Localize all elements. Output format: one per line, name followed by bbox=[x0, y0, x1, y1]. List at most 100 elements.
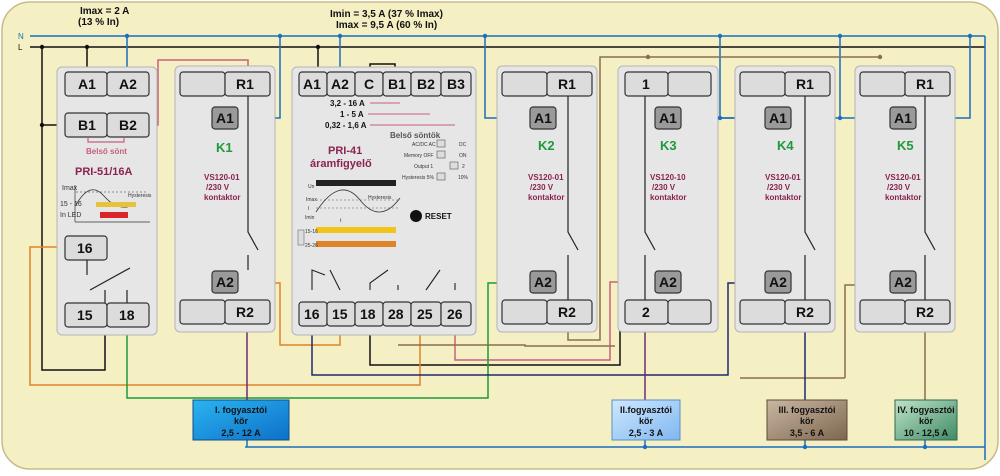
pri51-b1-label: B1 bbox=[78, 117, 96, 133]
load-box-2: II.fogyasztói kör 2,5 - 3 A bbox=[611, 399, 681, 441]
pri51-a1-label: A1 bbox=[78, 76, 96, 92]
note-left-1: Imax = 2 A bbox=[80, 6, 129, 17]
k2-voltage: /230 V bbox=[530, 183, 554, 192]
k1-model: VS120-01 bbox=[204, 173, 240, 182]
pri51-15-label: 15 bbox=[77, 307, 93, 323]
pri51-a2-label: A2 bbox=[119, 76, 137, 92]
k3-r1-label: 1 bbox=[642, 76, 650, 92]
k1-a2-label: A2 bbox=[216, 274, 234, 290]
pri41-26-label: 26 bbox=[447, 306, 463, 322]
pri41-b2-label: B2 bbox=[417, 76, 435, 92]
k4-name: K4 bbox=[777, 138, 794, 153]
k5-name: K5 bbox=[897, 138, 914, 153]
k4-r1-label: R1 bbox=[796, 76, 814, 92]
pri51-18-label: 18 bbox=[119, 307, 135, 323]
pri51-graph-led: In LED bbox=[60, 212, 81, 219]
pri41-a1-label: A1 bbox=[303, 76, 321, 92]
pri51-graph-range: 15 - 16 bbox=[60, 201, 82, 208]
k1-name: K1 bbox=[216, 140, 233, 155]
pri51-16-label: 16 bbox=[77, 240, 93, 256]
pri51-graph-imax: Imax bbox=[62, 185, 78, 192]
k3-type: kontaktor bbox=[650, 193, 686, 202]
k3-a1-label: A1 bbox=[659, 110, 677, 126]
k4-type: kontaktor bbox=[765, 193, 801, 202]
k3-voltage: /230 V bbox=[652, 183, 676, 192]
pri41-graph-imin: Imin bbox=[305, 215, 315, 221]
k1-a1-label: A1 bbox=[216, 110, 234, 126]
pri41-switch-3[interactable] bbox=[449, 161, 459, 170]
k3-a2-label: A2 bbox=[659, 274, 677, 290]
pri41-16-label: 16 bbox=[304, 306, 320, 322]
k3-name: K3 bbox=[660, 138, 677, 153]
pri51-shunt-label: Belső sönt bbox=[86, 147, 127, 156]
pri41-graph-i: I bbox=[308, 206, 309, 212]
k2-model: VS120-01 bbox=[528, 173, 564, 182]
k5-module: R1 A1 K5 VS120-01 /230 V kontaktor A2 R2 bbox=[854, 65, 956, 333]
pri41-sw-mem: Memory OFF bbox=[404, 153, 433, 159]
k2-a2-label: A2 bbox=[534, 274, 552, 290]
k4-a2-label: A2 bbox=[769, 274, 787, 290]
pri41-18-label: 18 bbox=[360, 306, 376, 322]
pri41-sw-hyst: Hysteresis 5% bbox=[402, 175, 435, 181]
pri41-name-1: PRI-41 bbox=[328, 145, 362, 157]
k5-model: VS120-01 bbox=[885, 173, 921, 182]
k2-name: K2 bbox=[538, 138, 555, 153]
load-3-line-2: kör bbox=[800, 416, 815, 426]
reset-label: RESET bbox=[425, 212, 452, 221]
k2-module: R1 A1 K2 VS120-01 /230 V kontaktor A2 R2 bbox=[496, 65, 598, 333]
k5-a1-label: A1 bbox=[894, 110, 912, 126]
k1-voltage: /230 V bbox=[206, 183, 230, 192]
load-box-4: IV. fogyasztói kör 10 - 12,5 A bbox=[894, 399, 958, 441]
k1-r1-label: R1 bbox=[236, 76, 254, 92]
pri41-b3-label: B3 bbox=[447, 76, 465, 92]
load-1-line-1: I. fogyasztói bbox=[215, 405, 267, 415]
pri41-shunts-label: Belső söntök bbox=[390, 131, 441, 140]
k5-r1-label: R1 bbox=[916, 76, 934, 92]
k4-r2-label: R2 bbox=[796, 304, 814, 320]
wiring-diagram: N L Imax = 2 A (13 % In) Imin = 3,5 A (3… bbox=[0, 0, 1000, 471]
reset-button[interactable] bbox=[410, 210, 422, 222]
pri41-b1-label: B1 bbox=[388, 76, 406, 92]
pri41-sw-on: ON bbox=[459, 153, 467, 159]
note-mid-2: Imax = 9,5 A (60 % In) bbox=[336, 20, 437, 31]
rail-l-label: L bbox=[18, 43, 23, 52]
load-2-line-3: 2,5 - 3 A bbox=[629, 428, 664, 438]
pri51-b2-label: B2 bbox=[119, 117, 137, 133]
pri41-range-2: 1 - 5 A bbox=[340, 110, 364, 119]
k5-type: kontaktor bbox=[885, 193, 921, 202]
k1-type: kontaktor bbox=[204, 193, 240, 202]
load-1-line-3: 2,5 - 12 A bbox=[221, 428, 261, 438]
load-2-line-2: kör bbox=[639, 416, 654, 426]
k3-r2-label: 2 bbox=[642, 304, 650, 320]
k5-a2-label: A2 bbox=[894, 274, 912, 290]
pri41-switch-4[interactable] bbox=[436, 172, 446, 181]
pri41-switch-2[interactable] bbox=[436, 150, 446, 159]
k4-module: R1 A1 K4 VS120-01 /230 V kontaktor A2 R2 bbox=[734, 65, 836, 333]
k2-a1-label: A1 bbox=[534, 110, 552, 126]
load-2-line-1: II.fogyasztói bbox=[620, 405, 672, 415]
load-4-line-3: 10 - 12,5 A bbox=[904, 428, 949, 438]
pri41-graph-2526: 25-26 bbox=[305, 243, 318, 249]
diagram-canvas: N L Imax = 2 A (13 % In) Imin = 3,5 A (3… bbox=[1, 1, 999, 470]
k5-voltage: /230 V bbox=[887, 183, 911, 192]
load-3-line-3: 3,5 - 6 A bbox=[790, 428, 825, 438]
load-box-3: III. fogyasztói kör 3,5 - 6 A bbox=[766, 399, 848, 441]
pri41-sw-10: 10% bbox=[458, 175, 469, 181]
pri41-25-label: 25 bbox=[417, 306, 433, 322]
k4-a1-label: A1 bbox=[769, 110, 787, 126]
note-mid-1: Imin = 3,5 A (37 % Imax) bbox=[330, 9, 443, 20]
pri41-graph-1516: 15-16 bbox=[305, 229, 318, 235]
load-4-line-2: kör bbox=[919, 416, 934, 426]
pri41-switch-1[interactable] bbox=[436, 139, 446, 148]
pri41-sw-acdc: AC/DC AC bbox=[412, 142, 436, 148]
k2-r1-label: R1 bbox=[558, 76, 576, 92]
load-box-1: I. fogyasztói kör 2,5 - 12 A bbox=[192, 399, 290, 441]
load-3-line-1: III. fogyasztói bbox=[778, 405, 835, 415]
pri41-range-1: 3,2 - 16 A bbox=[330, 99, 365, 108]
pri41-graph-hyst: Hysteresis bbox=[368, 195, 392, 201]
load-4-line-1: IV. fogyasztói bbox=[897, 405, 954, 415]
pri51-graph-hyst: Hysteresis bbox=[128, 193, 152, 199]
pri51-module: A1 A2 B1 B2 Belső sönt PRI-51/16A Imax H… bbox=[56, 66, 158, 336]
pri41-15-label: 15 bbox=[332, 306, 348, 322]
pri41-name-2: áramfigyelő bbox=[310, 158, 372, 170]
